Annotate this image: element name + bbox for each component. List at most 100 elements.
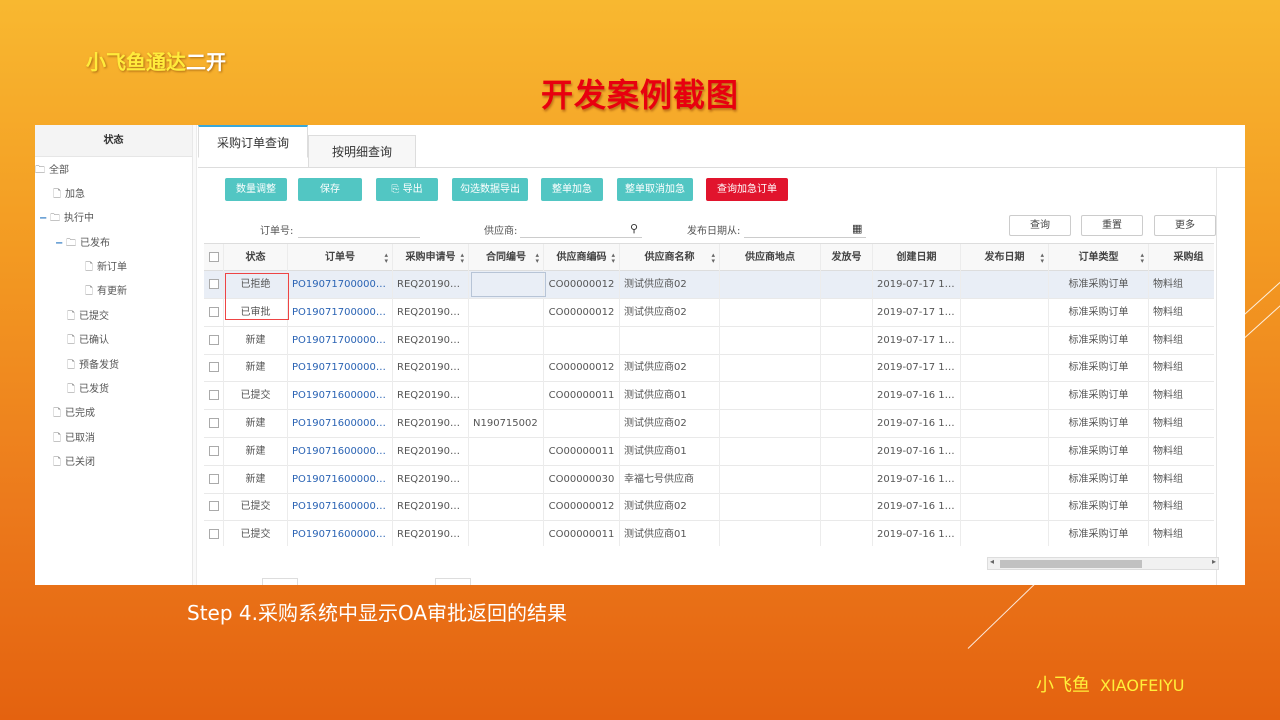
- qty-adjust-button[interactable]: 数量调整: [225, 178, 287, 201]
- export-checked-button[interactable]: 勾选数据导出: [452, 178, 528, 201]
- splitter[interactable]: [193, 125, 197, 585]
- query-button[interactable]: 查询: [1009, 215, 1071, 236]
- row-checkbox[interactable]: [204, 437, 224, 466]
- publish-date-input[interactable]: [744, 224, 866, 238]
- table-cell: [720, 521, 821, 546]
- column-header[interactable]: 订单类型 ▴ ▾: [1049, 244, 1149, 272]
- tree-item[interactable]: − 🗀 已发布: [55, 235, 110, 253]
- row-checkbox[interactable]: [204, 271, 224, 299]
- pager-jump-box[interactable]: [435, 578, 471, 585]
- po-number-link[interactable]: PO19071700000003: [288, 298, 393, 327]
- order-no-input[interactable]: [298, 224, 420, 238]
- row-checkbox[interactable]: [204, 521, 224, 546]
- table-row[interactable]: 已提交PO19071600000024REQ20190714... CO00000…: [204, 493, 1214, 522]
- po-number-link[interactable]: PO19071600000029: [288, 465, 393, 494]
- table-row[interactable]: 新建PO19071700000002REQ20190717... 2019-07-…: [204, 326, 1214, 355]
- tab-po-query[interactable]: 采购订单查询: [198, 125, 308, 158]
- po-number-link[interactable]: PO19071700000001: [288, 354, 393, 383]
- tree-item[interactable]: 🗋 已关闭: [53, 454, 95, 472]
- table-row[interactable]: 已审批PO19071700000003REQ20190717...CO00000…: [204, 298, 1214, 327]
- sort-icon[interactable]: ▴ ▾: [384, 252, 388, 265]
- row-checkbox[interactable]: [204, 493, 224, 522]
- table-cell: 物料组: [1149, 382, 1214, 410]
- row-checkbox[interactable]: [204, 326, 224, 355]
- tree-item[interactable]: 🗋 新订单: [85, 259, 127, 277]
- tab-detail-query[interactable]: 按明细查询: [308, 135, 416, 168]
- tree-item[interactable]: 🗋 已确认: [67, 332, 109, 350]
- pager-size-box[interactable]: [262, 578, 298, 585]
- export-button[interactable]: ⎘ 导出: [376, 178, 438, 201]
- column-header-label: 订单号: [325, 252, 355, 263]
- column-header[interactable]: 采购申请号 ▴ ▾: [393, 244, 469, 272]
- po-number-link[interactable]: PO19071700000004: [288, 271, 393, 299]
- po-number-link[interactable]: PO19071600000039: [288, 382, 393, 411]
- calendar-icon[interactable]: ▦: [852, 222, 862, 235]
- column-header[interactable]: 订单号 ▴ ▾: [288, 244, 393, 272]
- table-row[interactable]: 新建PO19071600000029REQ20190714... CO000000…: [204, 465, 1214, 494]
- table-cell: CO00000011: [544, 382, 620, 411]
- row-checkbox[interactable]: [204, 410, 224, 438]
- table-cell: CO00000012: [544, 298, 620, 327]
- sort-icon[interactable]: ▴ ▾: [611, 252, 615, 265]
- save-button[interactable]: 保存: [298, 178, 362, 201]
- scroll-right-icon[interactable]: ▸: [1212, 557, 1216, 566]
- sort-icon[interactable]: ▴ ▾: [535, 252, 539, 265]
- po-number-link[interactable]: PO19071600000023: [288, 521, 393, 546]
- column-header[interactable]: 发布日期 ▴ ▾: [961, 244, 1049, 272]
- sort-icon[interactable]: ▴ ▾: [460, 252, 464, 265]
- table-row[interactable]: 已提交PO19071600000039REQ20190714... CO00000…: [204, 382, 1214, 411]
- po-number-link[interactable]: PO19071600000024: [288, 493, 393, 522]
- column-header[interactable]: 发放号: [821, 244, 873, 272]
- sort-icon[interactable]: ▴ ▾: [1040, 252, 1044, 265]
- tree-item[interactable]: − 🗀 执行中: [39, 210, 94, 228]
- tree-item[interactable]: 🗋 已提交: [67, 308, 109, 326]
- supplier-input[interactable]: [520, 224, 642, 238]
- table-row[interactable]: 已拒绝PO19071700000004REQ20190717...CO00000…: [204, 271, 1214, 299]
- tree-item[interactable]: 🗋 已完成: [53, 405, 95, 423]
- column-header[interactable]: 采购组: [1149, 244, 1214, 272]
- column-header[interactable]: 合同编号 ▴ ▾: [469, 244, 544, 272]
- sort-icon[interactable]: ▴ ▾: [1140, 252, 1144, 265]
- row-checkbox[interactable]: [204, 382, 224, 411]
- tree-item[interactable]: 🗋 有更新: [85, 283, 127, 301]
- column-header-label: 状态: [245, 252, 266, 263]
- row-checkbox[interactable]: [204, 354, 224, 383]
- row-checkbox[interactable]: [204, 298, 224, 327]
- more-button[interactable]: 更多: [1154, 215, 1216, 236]
- collapse-toggle-icon[interactable]: −: [39, 210, 47, 228]
- scroll-thumb[interactable]: [1000, 560, 1142, 568]
- column-header[interactable]: 创建日期: [873, 244, 961, 272]
- table-cell: CO00000012: [544, 354, 620, 383]
- horizontal-scrollbar[interactable]: ◂ ▸: [987, 557, 1219, 570]
- column-header[interactable]: 供应商编码 ▴ ▾: [544, 244, 620, 272]
- column-header[interactable]: 供应商地点: [720, 244, 821, 272]
- column-header[interactable]: 状态: [224, 244, 288, 272]
- tree-item[interactable]: 🗋 加急: [53, 186, 85, 204]
- table-row[interactable]: 新建PO19071600000030REQ20190714... CO000000…: [204, 437, 1214, 466]
- urgent-order-button[interactable]: 整单加急: [541, 178, 603, 201]
- po-number-link[interactable]: PO19071600000031: [288, 410, 393, 438]
- table-row[interactable]: 新建PO19071600000031REQ20190714...N1907150…: [204, 410, 1214, 438]
- row-checkbox[interactable]: [204, 465, 224, 494]
- table-row[interactable]: 已提交PO19071600000023REQ20190714... CO00000…: [204, 521, 1214, 546]
- cancel-urgent-button[interactable]: 整单取消加急: [617, 178, 693, 201]
- reset-button[interactable]: 重置: [1081, 215, 1143, 236]
- table-row[interactable]: 新建PO19071700000001REQ20190716... CO000000…: [204, 354, 1214, 383]
- po-number-link[interactable]: PO19071700000002: [288, 326, 393, 355]
- query-urgent-button[interactable]: 查询加急订单: [706, 178, 788, 201]
- select-all-checkbox[interactable]: [204, 244, 224, 272]
- tree-item[interactable]: 🗋 预备发货: [67, 357, 119, 375]
- search-icon[interactable]: ⚲: [630, 222, 638, 235]
- tree-item[interactable]: 🗋 已发货: [67, 381, 109, 399]
- table-cell: 测试供应商02: [620, 493, 720, 522]
- collapse-toggle-icon[interactable]: −: [55, 235, 63, 253]
- scroll-left-icon[interactable]: ◂: [990, 557, 994, 566]
- po-number-link[interactable]: PO19071600000030: [288, 437, 393, 466]
- table-cell: 2019-07-17 10:49: [873, 354, 961, 383]
- column-header[interactable]: 供应商名称 ▴ ▾: [620, 244, 720, 272]
- tree-item[interactable]: 🗀 全部: [35, 162, 69, 180]
- table-cell: 新建: [224, 410, 288, 438]
- tree-item[interactable]: 🗋 已取消: [53, 430, 95, 448]
- sort-icon[interactable]: ▴ ▾: [711, 252, 715, 265]
- table-cell: 标准采购订单: [1049, 465, 1149, 494]
